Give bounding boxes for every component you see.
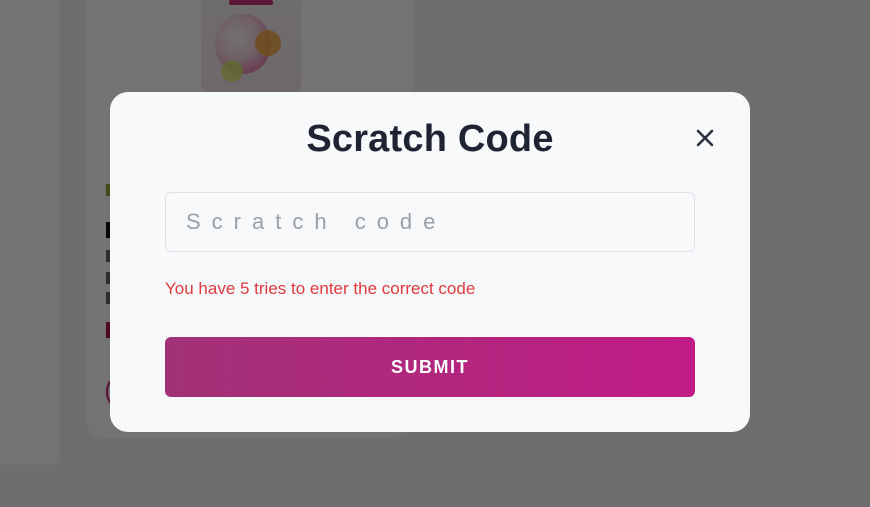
scratch-code-input[interactable] [165,192,695,252]
submit-button[interactable]: SUBMIT [165,337,695,397]
modal-title: Scratch Code [306,118,554,160]
scratch-code-modal: Scratch Code You have 5 tries to enter t… [110,92,750,432]
tries-remaining-text: You have 5 tries to enter the correct co… [165,279,476,298]
close-icon [696,129,714,147]
close-button[interactable] [690,123,720,153]
